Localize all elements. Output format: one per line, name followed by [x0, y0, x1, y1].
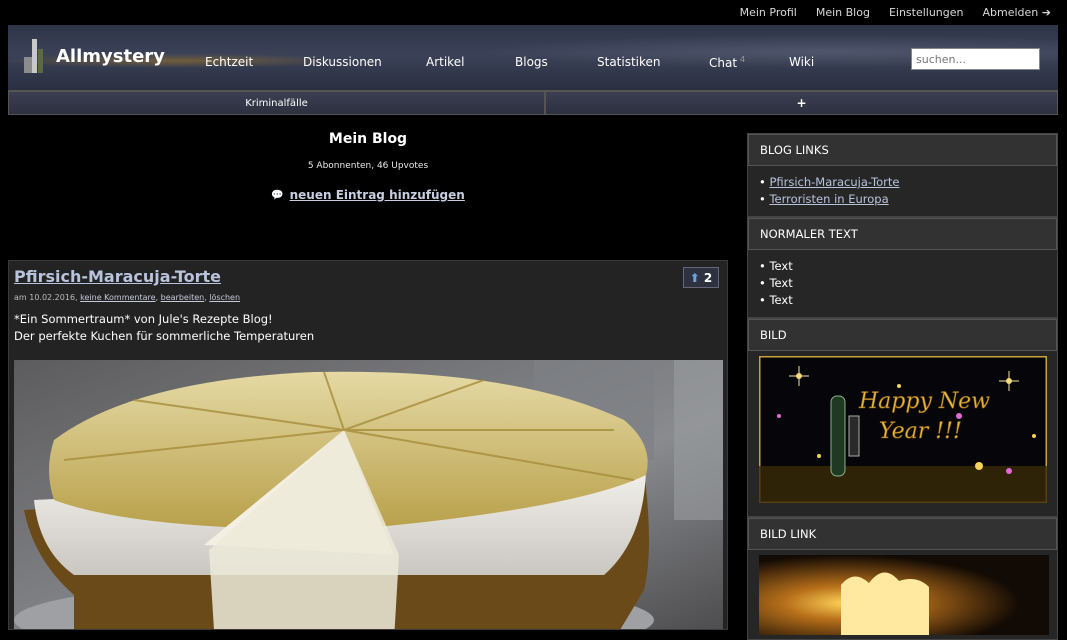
- tab-bar: Kriminalfälle +: [8, 91, 1058, 115]
- list-item: • Pfirsich-Maracuja-Torte: [759, 175, 900, 189]
- blog-stats: 5 Abonnenten, 46 Upvotes: [307, 161, 429, 171]
- upvote-arrow-icon: ⬆: [689, 270, 700, 285]
- user-bar: Mein Profil Mein Blog Einstellungen Abme…: [0, 0, 1067, 25]
- sidebar-bild-link: BILD LINK: [747, 517, 1058, 640]
- sidebar-heading: BILD: [748, 319, 1057, 351]
- nav-echtzeit[interactable]: Echtzeit: [205, 55, 253, 69]
- post-title-link[interactable]: Pfirsich-Maracuja-Torte: [14, 267, 221, 286]
- page-title: Mein Blog: [328, 131, 408, 147]
- nav-chat[interactable]: Chat 4: [709, 55, 745, 70]
- list-item: • Text: [759, 276, 793, 290]
- post-body: *Ein Sommertraum* von Jule's Rezepte Blo…: [14, 311, 314, 345]
- brand-name: Allmystery: [56, 45, 165, 67]
- settings-link[interactable]: Einstellungen: [889, 6, 964, 19]
- upvote-count: 2: [703, 270, 713, 285]
- upvote-button[interactable]: ⬆ 2: [683, 267, 719, 288]
- list-item: • Text: [759, 293, 793, 307]
- chat-count-badge: 4: [740, 55, 746, 64]
- post-meta: am 10.02.2016, keine Kommentare, bearbei…: [14, 293, 241, 302]
- happy-new-year-image: Happy New Year !!!: [757, 354, 1049, 505]
- sidebar: BLOG LINKS • Pfirsich-Maracuja-Torte • T…: [747, 133, 1058, 640]
- comment-icon: 💬: [271, 189, 284, 201]
- tab-kriminalfaelle[interactable]: Kriminalfälle: [8, 91, 545, 115]
- sidebar-bild: BILD Happy New Year !!!: [747, 318, 1058, 517]
- nav-artikel[interactable]: Artikel: [426, 55, 464, 69]
- sidebar-heading: BILD LINK: [748, 518, 1057, 550]
- nav-statistiken[interactable]: Statistiken: [597, 55, 661, 69]
- logo[interactable]: Allmystery: [22, 39, 165, 73]
- add-entry-link[interactable]: neuen Eintrag hinzufügen: [290, 188, 465, 202]
- my-profile-link[interactable]: Mein Profil: [740, 6, 797, 19]
- blog-header: Mein Blog 5 Abonnenten, 46 Upvotes 💬 neu…: [8, 128, 728, 202]
- image-text: Happy New: [858, 389, 990, 414]
- cake-photo: [14, 360, 723, 629]
- logo-icon: [22, 39, 44, 73]
- post-body-line: *Ein Sommertraum* von Jule's Rezepte Blo…: [14, 312, 273, 326]
- header-banner: Allmystery Echtzeit Diskussionen Artikel…: [8, 25, 1058, 91]
- search-input[interactable]: [911, 48, 1040, 70]
- my-blog-link[interactable]: Mein Blog: [816, 6, 870, 19]
- list-item-text: Text: [769, 259, 793, 273]
- image-text: Year !!!: [879, 419, 962, 444]
- delete-link[interactable]: löschen: [209, 293, 240, 302]
- nav-blogs[interactable]: Blogs: [515, 55, 548, 69]
- blog-link[interactable]: Terroristen in Europa: [769, 192, 888, 206]
- sidebar-heading: NORMALER TEXT: [748, 218, 1057, 250]
- add-entry-row: 💬 neuen Eintrag hinzufügen: [271, 188, 465, 202]
- list-item: • Terroristen in Europa: [759, 192, 889, 206]
- add-tab-button[interactable]: +: [545, 91, 1058, 115]
- list-item-text: Text: [769, 293, 793, 307]
- nav-diskussionen[interactable]: Diskussionen: [303, 55, 382, 69]
- sidebar-normal-text: NORMALER TEXT • Text • Text • Text: [747, 217, 1058, 318]
- list-item-text: Text: [769, 276, 793, 290]
- sidebar-blog-links: BLOG LINKS • Pfirsich-Maracuja-Torte • T…: [747, 133, 1058, 217]
- logout-link[interactable]: Abmelden ➔: [983, 6, 1051, 19]
- candle-image-link[interactable]: [759, 555, 1049, 635]
- post-date: am 10.02.2016,: [14, 293, 78, 302]
- list-item: • Text: [759, 259, 793, 273]
- nav-wiki[interactable]: Wiki: [789, 55, 814, 69]
- nav-chat-label: Chat: [709, 56, 738, 70]
- post-body-line: Der perfekte Kuchen für sommerliche Temp…: [14, 329, 315, 343]
- comments-link[interactable]: keine Kommentare: [80, 293, 155, 302]
- edit-link[interactable]: bearbeiten: [161, 293, 205, 302]
- blog-post: Pfirsich-Maracuja-Torte ⬆ 2 am 10.02.201…: [8, 260, 728, 630]
- sidebar-heading: BLOG LINKS: [748, 134, 1057, 166]
- blog-link[interactable]: Pfirsich-Maracuja-Torte: [769, 175, 899, 189]
